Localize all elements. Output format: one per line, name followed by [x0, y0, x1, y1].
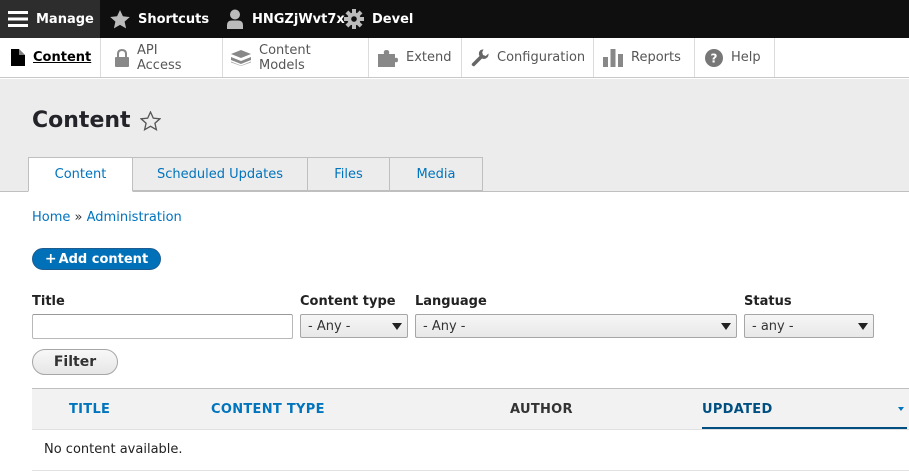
content-type-select[interactable]: - Any -: [300, 314, 408, 338]
file-icon: [11, 49, 25, 66]
column-header-content-type[interactable]: CONTENT TYPE: [211, 402, 325, 417]
toolbar-manage[interactable]: Manage: [0, 0, 100, 38]
tray-item-label: Help: [731, 50, 761, 65]
active-sort-indicator: [702, 427, 907, 429]
content-table-header: TITLE CONTENT TYPE AUTHOR UPDATED: [32, 388, 909, 430]
column-header-author: AUTHOR: [510, 402, 573, 417]
toolbar-devel-label: Devel: [372, 11, 414, 27]
tray-item-content[interactable]: Content: [0, 38, 101, 77]
puzzle-icon: [378, 49, 398, 67]
lock-icon: [115, 48, 129, 67]
tab-media[interactable]: Media: [390, 157, 483, 191]
content-type-select-value: - Any -: [308, 318, 351, 334]
tray-item-help[interactable]: ? Help: [695, 38, 775, 77]
add-content-button[interactable]: + Add content: [32, 248, 161, 270]
tray-item-label: Content Models: [259, 42, 311, 73]
tray-item-reports[interactable]: Reports: [594, 38, 695, 77]
tray-item-api-access[interactable]: API Access: [101, 38, 223, 77]
toolbar-shortcuts-label: Shortcuts: [138, 11, 210, 27]
tray-item-content-models[interactable]: Content Models: [223, 38, 369, 77]
status-filter-label: Status: [744, 294, 792, 309]
add-content-label: Add content: [58, 251, 149, 267]
tray-item-label: Configuration: [497, 50, 586, 65]
tray-item-label: Extend: [406, 50, 452, 65]
tab-content[interactable]: Content: [28, 157, 133, 192]
breadcrumb: Home » Administration: [32, 210, 182, 225]
toolbar-manage-label: Manage: [36, 11, 94, 27]
toolbar-tray: Content API Access Content Models Extend…: [0, 38, 909, 78]
status-select[interactable]: - any -: [744, 314, 874, 338]
shortcut-star-icon[interactable]: [139, 110, 161, 131]
user-icon: [227, 9, 243, 29]
column-header-title[interactable]: TITLE: [69, 402, 110, 417]
hamburger-icon: [8, 11, 28, 27]
page-title: Content: [32, 108, 161, 133]
breadcrumb-separator: »: [74, 210, 83, 225]
page-header: Content Content Scheduled Updates Files …: [0, 79, 909, 192]
content-type-filter-label: Content type: [300, 294, 396, 309]
toolbar-user-label: HNGZjWvt7x: [252, 11, 345, 27]
wrench-icon: [471, 48, 489, 66]
breadcrumb-home[interactable]: Home: [32, 210, 70, 225]
title-filter-input[interactable]: [32, 314, 293, 339]
language-select-value: - Any -: [423, 318, 466, 334]
admin-toolbar: Manage Shortcuts HNGZjWvt7x Devel: [0, 0, 909, 38]
tray-item-extend[interactable]: Extend: [369, 38, 462, 77]
toolbar-devel[interactable]: Devel: [334, 0, 426, 38]
tab-files[interactable]: Files: [308, 157, 390, 191]
column-header-updated[interactable]: UPDATED: [702, 402, 773, 417]
chevron-down-icon: [392, 323, 402, 330]
tab-scheduled-updates[interactable]: Scheduled Updates: [133, 157, 308, 191]
sort-desc-icon[interactable]: [898, 407, 904, 411]
gear-icon: [344, 9, 364, 29]
tray-item-label: API Access: [137, 42, 182, 73]
primary-tabs: Content Scheduled Updates Files Media: [28, 157, 483, 192]
tray-item-configuration[interactable]: Configuration: [462, 38, 594, 77]
tray-item-label: Reports: [631, 50, 681, 65]
toolbar-user[interactable]: HNGZjWvt7x: [214, 0, 345, 38]
plus-icon: +: [44, 251, 57, 267]
toolbar-shortcuts[interactable]: Shortcuts: [100, 0, 214, 38]
chevron-down-icon: [721, 323, 731, 330]
filter-button[interactable]: Filter: [32, 349, 118, 375]
stack-icon: [231, 49, 251, 66]
title-filter-label: Title: [32, 294, 65, 309]
star-icon: [110, 9, 130, 28]
chevron-down-icon: [858, 323, 868, 330]
table-row: No content available.: [32, 430, 909, 471]
svg-text:?: ?: [711, 51, 718, 65]
page-title-text: Content: [32, 108, 131, 133]
language-filter-label: Language: [415, 294, 487, 309]
empty-message: No content available.: [44, 442, 183, 457]
bar-chart-icon: [603, 48, 623, 67]
language-select[interactable]: - Any -: [415, 314, 737, 338]
help-icon: ?: [705, 48, 723, 67]
status-select-value: - any -: [752, 318, 794, 334]
breadcrumb-administration[interactable]: Administration: [87, 210, 182, 225]
tray-item-label: Content: [33, 50, 92, 65]
